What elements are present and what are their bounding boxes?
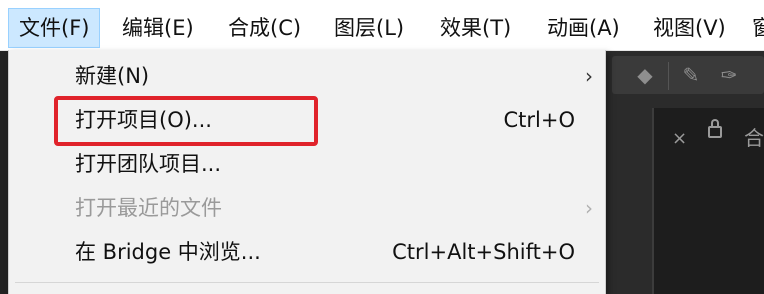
highlight-annotation <box>54 96 318 146</box>
menu-item-label: 打开团队项目... <box>75 152 222 176</box>
menu-item-open-team-project[interactable]: 打开团队项目... <box>9 142 605 186</box>
menu-animation[interactable]: 动画(A) <box>547 8 620 48</box>
menu-item-new[interactable]: 新建(N) › <box>9 54 605 98</box>
file-menu-dropdown: 新建(N) › 打开项目(O)... Ctrl+O 打开团队项目... 打开最近… <box>8 50 606 294</box>
menu-item-label: 打开最近的文件 <box>75 196 222 220</box>
menu-item-label: 新建(N) <box>75 64 150 88</box>
puppet-pin-icon[interactable]: ✎ <box>678 62 704 88</box>
eraser-icon[interactable]: ◆ <box>632 62 658 88</box>
tools-toolbar: ◆ ✎ ✑ <box>612 56 764 94</box>
chevron-right-icon: › <box>585 64 593 88</box>
menu-item-shortcut: Ctrl+O <box>503 108 576 132</box>
menu-window[interactable]: 窗 <box>752 8 764 48</box>
chevron-right-icon: › <box>585 196 593 220</box>
menu-separator <box>15 282 599 283</box>
menu-layer[interactable]: 图层(L) <box>334 8 404 48</box>
close-icon[interactable]: × <box>672 128 687 149</box>
menu-item-label: 在 Bridge 中浏览... <box>75 240 261 264</box>
menu-item-open-recent[interactable]: 打开最近的文件 › <box>9 186 605 230</box>
toolbar-divider <box>668 62 669 90</box>
roto-brush-icon[interactable]: ✑ <box>716 62 742 88</box>
menu-edit[interactable]: 编辑(E) <box>122 8 194 48</box>
lock-icon[interactable] <box>708 119 722 138</box>
menu-file[interactable]: 文件(F) <box>8 8 101 48</box>
menu-effect[interactable]: 效果(T) <box>440 8 511 48</box>
menu-composition[interactable]: 合成(C) <box>228 8 301 48</box>
menu-item-browse-in-bridge[interactable]: 在 Bridge 中浏览... Ctrl+Alt+Shift+O <box>9 230 605 274</box>
panel-tab-label[interactable]: 合 <box>744 122 764 151</box>
menu-item-shortcut: Ctrl+Alt+Shift+O <box>392 240 575 264</box>
menu-view[interactable]: 视图(V) <box>653 8 726 48</box>
menu-bar: 文件(F) 编辑(E) 合成(C) 图层(L) 效果(T) 动画(A) 视图(V… <box>0 0 764 51</box>
